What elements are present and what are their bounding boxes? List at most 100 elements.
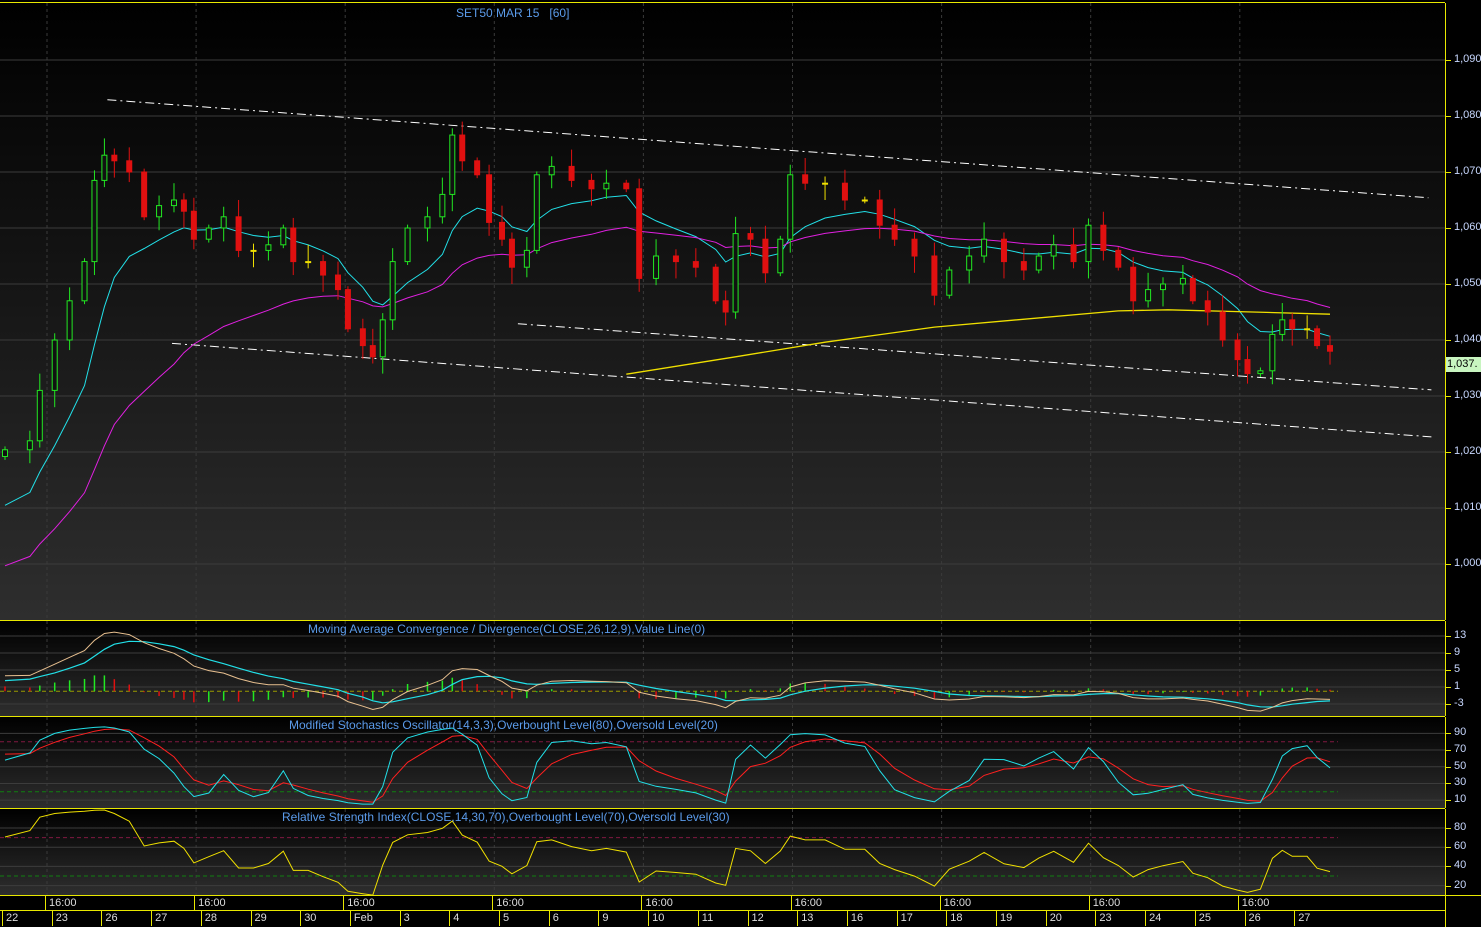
candle-body <box>1085 224 1092 263</box>
time-axis[interactable]: 16:00 16:00 16:00 16:00 16:00 16:00 16:00 16:00… <box>0 895 1445 926</box>
rsi-title: Relative Strength Index(CLOSE,14,30,70),… <box>282 810 730 824</box>
candle-body <box>1189 277 1196 302</box>
day-label: 30 <box>300 911 316 926</box>
axis-tick-label: 60 <box>1454 840 1467 853</box>
chart-title: SET50 MAR 15 [60] <box>456 6 569 20</box>
candle-body <box>126 160 133 173</box>
candle-body <box>623 182 630 190</box>
candle-body <box>389 261 396 321</box>
axis-tick-mark <box>1446 172 1451 173</box>
macd-panel[interactable]: Moving Average Convergence / Divergence(… <box>0 621 1445 716</box>
axis-corner <box>1445 895 1481 927</box>
day-label: 18 <box>946 911 963 926</box>
axis-tick-label: 1,020 <box>1454 445 1481 457</box>
candle-body <box>966 255 973 271</box>
candle-body <box>1289 319 1296 330</box>
candle-body <box>235 216 242 251</box>
axis-tick-label: 50 <box>1454 759 1467 772</box>
axis-tick-mark <box>1446 866 1451 868</box>
day-label: 6 <box>548 911 559 926</box>
axis-tick-mark <box>1446 670 1451 671</box>
axis-tick-label: 1,030 <box>1454 389 1481 401</box>
day-label: 4 <box>449 911 459 926</box>
axis-tick-mark <box>1446 704 1451 705</box>
axis-tick-mark <box>1446 636 1451 637</box>
macd-line <box>4 631 1331 712</box>
hour-label: 16:00 <box>939 896 971 911</box>
candle-body <box>344 289 351 330</box>
price-axis[interactable]: 1,090 1,080 1,070 1,060 1,050 1,040 1,030 1,020… <box>1445 3 1481 620</box>
candle-body <box>653 255 660 279</box>
hour-row: 16:00 16:00 16:00 16:00 16:00 16:00 16:00 16:00… <box>0 895 1445 911</box>
candle-body <box>931 255 938 296</box>
hour-label: 16:00 <box>1088 896 1120 911</box>
candle-body <box>1219 311 1226 341</box>
candle-body <box>822 182 829 185</box>
candle-body <box>220 216 227 229</box>
candle-body <box>404 227 411 263</box>
hour-label: 16:00 <box>194 896 226 911</box>
candle-body <box>1257 370 1264 375</box>
candle-body <box>190 210 197 240</box>
macd-axis[interactable]: 13 9 5 1 -3 <box>1445 621 1481 716</box>
candle-body <box>1130 266 1137 302</box>
day-label: 5 <box>499 911 509 926</box>
candle-body <box>290 227 297 263</box>
candle-body <box>861 199 868 202</box>
day-label: 27 <box>151 911 167 926</box>
day-label: 19 <box>996 911 1012 926</box>
candle-body <box>981 238 988 257</box>
stochastic-k-line <box>4 726 1331 805</box>
candle-body <box>439 193 446 218</box>
stochastic-axis[interactable]: 90 70 50 30 10 <box>1445 717 1481 808</box>
day-label: 11 <box>697 911 713 926</box>
day-label: 27 <box>1294 911 1310 926</box>
stochastic-panel[interactable]: Modified Stochastics Oscillator(14,3,3),… <box>0 717 1445 808</box>
candle-body <box>66 300 73 341</box>
candle-body <box>205 227 212 240</box>
axis-tick-label: 13 <box>1454 629 1467 641</box>
candle-body <box>1314 328 1321 347</box>
hour-label: 16:00 <box>45 896 77 911</box>
candle-body <box>787 174 794 240</box>
candle-body <box>548 165 555 176</box>
candle-body <box>474 160 481 176</box>
day-label: 22 <box>2 911 18 926</box>
axis-tick-mark <box>1446 766 1451 768</box>
candle-body <box>568 165 575 181</box>
candle-body <box>280 227 287 246</box>
axis-tick-mark <box>1446 800 1451 802</box>
axis-tick-mark <box>1446 508 1451 509</box>
candle-body <box>1000 238 1007 263</box>
axis-tick-mark <box>1446 452 1451 453</box>
rsi-axis[interactable]: 80 60 40 20 <box>1445 809 1481 895</box>
axis-tick-label: 1,040 <box>1454 333 1481 345</box>
day-label: 26 <box>101 911 118 926</box>
candle-body <box>111 154 118 162</box>
candle-body <box>36 389 43 442</box>
hour-label: 16:00 <box>641 896 673 911</box>
price-chart-svg <box>0 3 1445 620</box>
candle-body <box>747 233 754 240</box>
stochastic-svg <box>0 717 1445 808</box>
candle-body <box>777 238 784 274</box>
candle-body <box>1327 345 1334 352</box>
trendline <box>171 342 1432 438</box>
day-label: 9 <box>598 911 609 926</box>
day-label: 10 <box>648 911 664 926</box>
ema-fast-line <box>4 194 1331 506</box>
axis-tick-mark <box>1446 733 1451 735</box>
candle-body <box>603 182 610 190</box>
axis-tick-label: 40 <box>1454 859 1467 872</box>
day-label: 12 <box>747 911 764 926</box>
axis-tick-mark <box>1446 847 1451 849</box>
rsi-panel[interactable]: Relative Strength Index(CLOSE,14,30,70),… <box>0 809 1445 895</box>
candle-body <box>712 266 719 302</box>
trendline <box>107 99 1429 199</box>
axis-tick-label: 1,090 <box>1454 53 1481 65</box>
price-chart-panel[interactable]: SET50 MAR 15 [60] <box>0 3 1445 620</box>
day-label: 25 <box>1194 911 1211 926</box>
day-label: 28 <box>200 911 217 926</box>
candle-body <box>81 261 88 302</box>
axis-tick-mark <box>1446 396 1451 397</box>
